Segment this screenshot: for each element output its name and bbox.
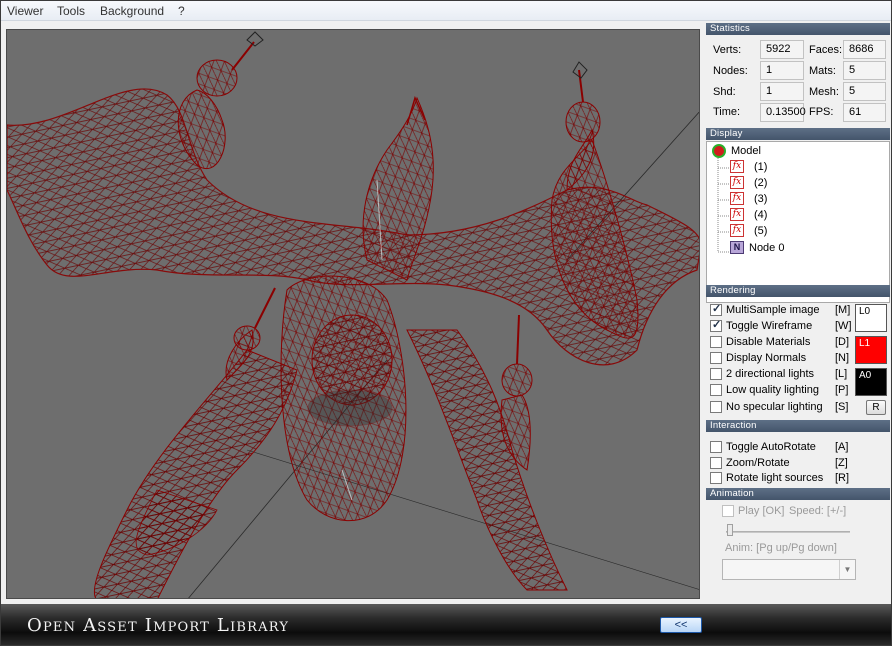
directional-lights-checkbox[interactable] [710, 368, 722, 380]
chevron-down-icon[interactable]: ▼ [839, 560, 855, 579]
menu-bar: Viewer Tools Background ? [1, 1, 891, 21]
option-label: Disable Materials [726, 336, 811, 348]
side-panel: Statistics Verts: 5922 Faces: 8686 Nodes… [706, 22, 890, 602]
option-key: [A] [835, 441, 849, 453]
material-label: (5) [754, 225, 768, 237]
animation-slider-track [726, 531, 850, 533]
zoom-rotate-checkbox[interactable] [710, 457, 722, 469]
animation-slider-thumb[interactable] [727, 524, 733, 536]
tree-item-node[interactable]: N Node 0 [730, 241, 880, 255]
material-fx-icon: fx [730, 176, 744, 189]
material-label: (3) [754, 193, 768, 205]
material-fx-icon: fx [730, 208, 744, 221]
light0-color-swatch[interactable]: L0 [855, 304, 887, 332]
verts-value: 5922 [760, 40, 804, 59]
display-header: Display [706, 128, 890, 140]
option-label: Display Normals [726, 352, 807, 364]
time-value: 0.13500 [760, 103, 806, 122]
option-label: Zoom/Rotate [726, 457, 790, 469]
collapse-panel-button[interactable]: << [660, 617, 702, 633]
node-label: Node 0 [749, 242, 785, 254]
multisample-checkbox[interactable] [710, 302, 722, 317]
wireframe-model [7, 31, 699, 598]
tree-item-material[interactable]: fx (2) [730, 176, 880, 190]
animation-select[interactable]: ▼ [722, 559, 856, 580]
node-icon: N [730, 241, 744, 254]
material-label: (1) [754, 161, 768, 173]
tree-item-material[interactable]: fx (5) [730, 224, 880, 238]
wireframe-checkbox[interactable] [710, 318, 722, 333]
mats-label: Mats: [809, 65, 836, 77]
model-icon [712, 144, 726, 158]
option-label: Low quality lighting [726, 384, 819, 396]
nodes-value: 1 [760, 61, 804, 80]
display-normals-checkbox[interactable] [710, 352, 722, 364]
tree-item-model[interactable]: Model [712, 144, 882, 158]
light1-color-swatch[interactable]: L1 [855, 336, 887, 364]
tree-item-material[interactable]: fx (3) [730, 192, 880, 206]
play-checkbox[interactable] [722, 505, 734, 517]
mats-value: 5 [843, 61, 886, 80]
option-key: [D] [835, 336, 850, 348]
verts-label: Verts: [713, 44, 742, 56]
tree-item-material[interactable]: fx (1) [730, 160, 880, 174]
fps-value: 61 [843, 103, 886, 122]
option-label: MultiSample image [726, 304, 820, 316]
faces-value: 8686 [843, 40, 886, 59]
mesh-value: 5 [843, 82, 886, 101]
time-label: Time: [713, 106, 741, 118]
option-label: 2 directional lights [726, 368, 815, 380]
tree-lines [717, 158, 729, 253]
option-label: Toggle Wireframe [726, 320, 813, 332]
footer-title: Open Asset Import Library [27, 615, 290, 636]
reset-colors-button[interactable]: R [866, 400, 886, 415]
shd-value: 1 [760, 82, 804, 101]
material-fx-icon: fx [730, 160, 744, 173]
material-fx-icon: fx [730, 224, 744, 237]
menu-background[interactable]: Background [100, 4, 164, 18]
option-key: [P] [835, 384, 849, 396]
autorotate-checkbox[interactable] [710, 441, 722, 453]
ambient-color-swatch[interactable]: A0 [855, 368, 887, 396]
option-key: [Z] [835, 457, 848, 469]
material-label: (4) [754, 209, 768, 221]
menu-tools[interactable]: Tools [57, 4, 85, 18]
material-fx-icon: fx [730, 192, 744, 205]
statistics-header: Statistics [706, 23, 890, 35]
tree-model-label: Model [731, 145, 761, 157]
play-label: Play [OK] [738, 505, 785, 517]
rendering-header: Rendering [706, 285, 890, 297]
3d-viewport[interactable] [6, 29, 700, 599]
fps-label: FPS: [809, 106, 834, 118]
interaction-header: Interaction [706, 420, 890, 432]
menu-viewer[interactable]: Viewer [7, 4, 43, 18]
no-specular-checkbox[interactable] [710, 401, 722, 413]
nodes-label: Nodes: [713, 65, 748, 77]
shd-label: Shd: [713, 86, 736, 98]
menu-help[interactable]: ? [178, 4, 185, 18]
anim-label: Anim: [Pg up/Pg down] [725, 542, 837, 554]
animation-header: Animation [706, 488, 890, 500]
mesh-label: Mesh: [809, 86, 839, 98]
option-label: Rotate light sources [726, 472, 824, 484]
rotate-lights-checkbox[interactable] [710, 472, 722, 484]
option-key: [S] [835, 401, 849, 413]
low-quality-lighting-checkbox[interactable] [710, 384, 722, 396]
footer-bar: Open Asset Import Library << [1, 604, 891, 645]
option-key: [N] [835, 352, 850, 364]
scene-tree[interactable]: Model fx (1) fx (2) fx (3) fx (4) fx (5)… [706, 141, 890, 303]
option-key: [W] [835, 320, 852, 332]
material-label: (2) [754, 177, 768, 189]
option-key: [R] [835, 472, 850, 484]
option-key: [M] [835, 304, 851, 316]
speed-label: Speed: [+/-] [789, 505, 847, 517]
disable-materials-checkbox[interactable] [710, 336, 722, 348]
faces-label: Faces: [809, 44, 843, 56]
option-label: No specular lighting [726, 401, 823, 413]
option-key: [L] [835, 368, 848, 380]
tree-item-material[interactable]: fx (4) [730, 208, 880, 222]
option-label: Toggle AutoRotate [726, 441, 816, 453]
